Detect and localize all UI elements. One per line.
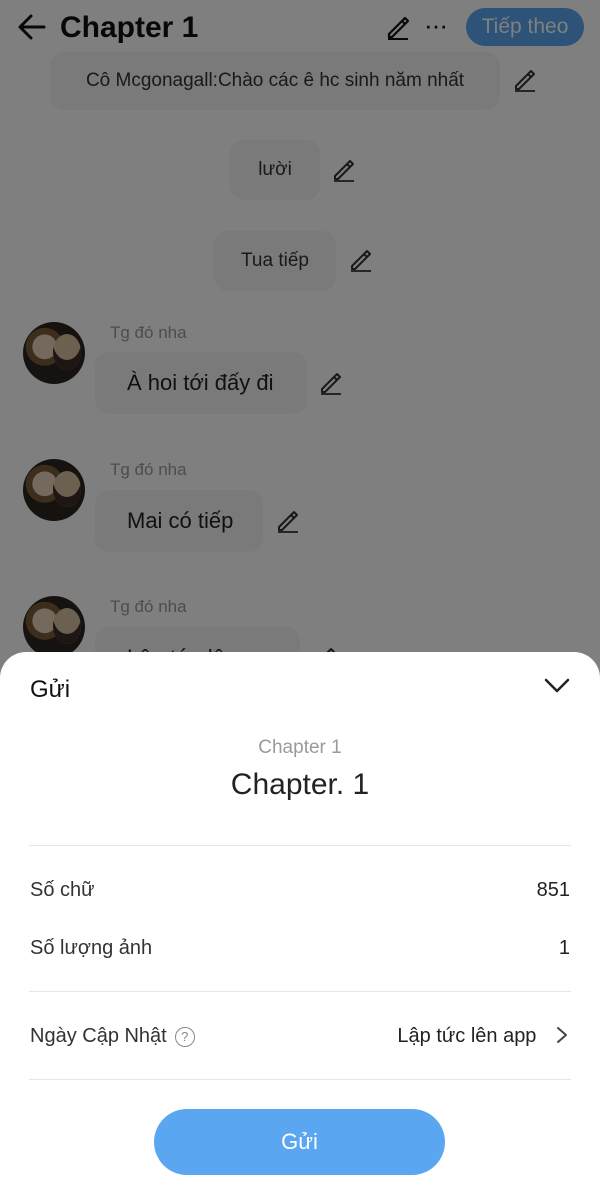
word-count-label: Số chữ [30, 879, 95, 901]
screen: Chapter 1 ··· Tiếp theo Cô Mcgonagall:Ch… [0, 0, 600, 1181]
update-date-selector[interactable]: Lập tức lên app [397, 1025, 570, 1048]
publish-bottom-sheet: Gửi Chapter 1 Chapter. 1 Số chữ 851 Số l… [0, 652, 600, 1181]
chevron-right-icon [557, 1027, 567, 1043]
divider [29, 991, 571, 992]
divider [29, 1079, 571, 1080]
divider [29, 845, 571, 846]
update-date-row: Ngày Cập Nhật? [30, 1025, 195, 1048]
chevron-down-icon[interactable] [542, 674, 572, 696]
chapter-subtitle: Chapter 1 [258, 737, 342, 758]
update-date-label: Ngày Cập Nhật [30, 1025, 167, 1047]
chapter-title: Chapter. 1 [230, 768, 370, 801]
update-date-value: Lập tức lên app [397, 1025, 537, 1047]
image-count-label: Số lượng ảnh [30, 937, 153, 959]
help-icon[interactable]: ? [174, 1027, 195, 1047]
sheet-title: Gửi [30, 676, 71, 703]
send-button[interactable]: Gửi [154, 1109, 445, 1175]
image-count-value: 1 [558, 937, 570, 959]
word-count-value: 851 [536, 879, 570, 901]
